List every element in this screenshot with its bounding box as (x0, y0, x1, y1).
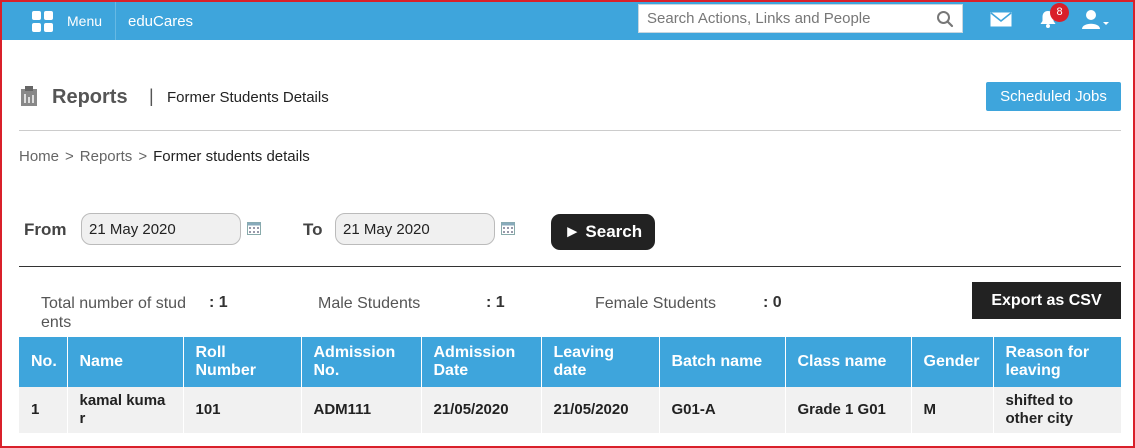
cell-reason: shifted to other city (993, 387, 1121, 433)
cell-gender: M (911, 387, 994, 433)
col-header-class-name[interactable]: Class name (785, 337, 912, 387)
from-label: From (24, 220, 67, 239)
export-csv-button[interactable]: Export as CSV (972, 282, 1121, 319)
page-subtitle: Former Students Details (167, 89, 329, 106)
breadcrumb: Home > Reports > Former students details (19, 148, 310, 165)
title-separator: | (149, 86, 154, 106)
breadcrumb-separator: > (65, 148, 74, 165)
col-header-gender[interactable]: Gender (911, 337, 994, 387)
notification-badge: 8 (1050, 3, 1069, 22)
col-header-reason[interactable]: Reason for leaving (993, 337, 1121, 387)
female-students-label: Female Students (595, 295, 716, 312)
cell-roll-number: 101 (183, 387, 302, 433)
col-header-admission-no[interactable]: Admission No. (301, 337, 422, 387)
page-title: Reports (52, 86, 128, 108)
col-header-no[interactable]: No. (19, 337, 68, 387)
col-header-roll-number[interactable]: Roll Number (183, 337, 302, 387)
total-students-value: : 1 (209, 294, 228, 311)
male-students-value: : 1 (486, 294, 505, 311)
breadcrumb-separator: > (138, 148, 148, 165)
menu-button[interactable]: Menu (22, 2, 116, 40)
cell-no: 1 (19, 387, 68, 433)
cell-name: kamal kumar (67, 387, 184, 433)
reports-icon (21, 86, 37, 106)
search-icon[interactable] (936, 10, 954, 28)
top-navbar: Menu eduCares (2, 2, 1133, 40)
total-students-label: Total number of stud ents (41, 295, 186, 331)
table-row: 1 kamal kumar 101 ADM111 21/05/2020 21/0… (19, 387, 1121, 433)
header-divider (19, 130, 1121, 131)
to-date-input[interactable] (335, 213, 495, 245)
cell-admission-date: 21/05/2020 (421, 387, 542, 433)
cell-batch-name: G01-A (659, 387, 786, 433)
cell-admission-no: ADM111 (301, 387, 422, 433)
global-search (638, 4, 963, 33)
mail-icon[interactable] (990, 12, 1012, 27)
female-students-value: : 0 (763, 294, 782, 311)
table-header-row: No. Name Roll Number Admission No. Admis… (19, 337, 1121, 387)
calendar-icon[interactable] (501, 221, 515, 235)
col-header-admission-date[interactable]: Admission Date (421, 337, 542, 387)
col-header-batch-name[interactable]: Batch name (659, 337, 786, 387)
breadcrumb-home[interactable]: Home (19, 148, 59, 165)
grid-menu-icon (32, 10, 53, 32)
menu-label: Menu (67, 13, 103, 29)
col-header-name[interactable]: Name (67, 337, 184, 387)
filter-divider (19, 266, 1121, 267)
brand-link[interactable]: eduCares (128, 13, 193, 30)
user-icon[interactable] (1081, 9, 1111, 31)
from-date-input[interactable] (81, 213, 241, 245)
breadcrumb-reports[interactable]: Reports (80, 148, 133, 165)
search-button[interactable]: ► Search (551, 214, 655, 250)
male-students-label: Male Students (318, 295, 421, 312)
cell-leaving-date: 21/05/2020 (541, 387, 660, 433)
col-header-leaving-date[interactable]: Leaving date (541, 337, 660, 387)
to-label: To (303, 220, 323, 239)
scheduled-jobs-button[interactable]: Scheduled Jobs (986, 82, 1121, 111)
global-search-input[interactable] (639, 5, 929, 32)
calendar-icon[interactable] (247, 221, 261, 235)
former-students-table: No. Name Roll Number Admission No. Admis… (19, 337, 1121, 433)
breadcrumb-current: Former students details (153, 148, 310, 165)
cell-class-name: Grade 1 G01 (785, 387, 912, 433)
